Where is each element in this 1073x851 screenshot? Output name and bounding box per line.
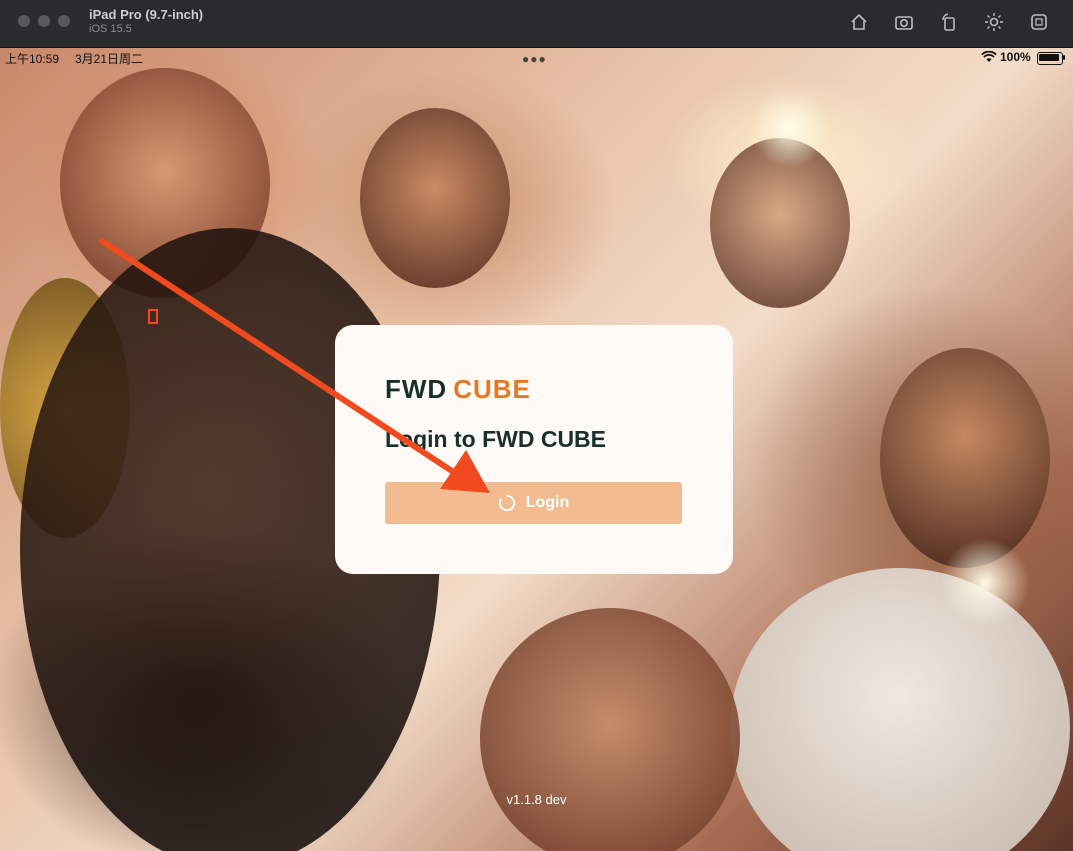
wifi-icon (981, 51, 997, 62)
battery-icon (1037, 52, 1063, 65)
app-version: v1.1.8 dev (506, 792, 567, 807)
home-icon[interactable] (847, 10, 871, 34)
zoom-window-button[interactable] (58, 15, 70, 27)
login-title: Login to FWD CUBE (385, 426, 607, 452)
sparkler-light (750, 88, 830, 168)
background-photo-person (360, 108, 510, 288)
device-name: iPad Pro (9.7-inch) (89, 7, 204, 22)
loading-spinner-icon (498, 494, 515, 512)
fwd-cube-logo: FWD CUBE (385, 374, 531, 405)
status-date: 3月21日周二 (75, 52, 144, 66)
sparkler-light (940, 538, 1030, 628)
login-button-label: Login (525, 494, 570, 511)
login-button[interactable]: Login (385, 482, 682, 524)
close-window-button[interactable] (18, 15, 30, 27)
background-photo-knees (480, 608, 740, 851)
screenshot-icon[interactable] (892, 10, 916, 34)
shortcut-icon[interactable] (1027, 10, 1051, 34)
logo-fwd-text: FWD (385, 374, 448, 404)
simulator-title-bar: iPad Pro (9.7-inch) iOS 15.5 (0, 0, 1073, 48)
logo-cube-text: CUBE (453, 374, 531, 404)
brightness-icon[interactable] (982, 10, 1006, 34)
minimize-window-button[interactable] (38, 15, 50, 27)
rotate-icon[interactable] (937, 10, 961, 34)
cursor-marker (148, 309, 158, 324)
multitasking-dots-icon[interactable]: ●●● (522, 52, 547, 66)
login-card: FWD CUBE Login to FWD CUBE Login (335, 325, 733, 574)
os-version: iOS 15.5 (89, 23, 132, 35)
battery-cap (1063, 55, 1065, 60)
battery-percentage: 100% (1000, 50, 1031, 64)
status-bar: 上午10:59 3月21日周二 ●●● 100% (0, 48, 1073, 68)
device-screen: 上午10:59 3月21日周二 ●●● 100% FWD CUBE Login t… (0, 48, 1073, 851)
status-time: 上午10:59 (5, 52, 60, 66)
background-photo-person (880, 348, 1050, 568)
